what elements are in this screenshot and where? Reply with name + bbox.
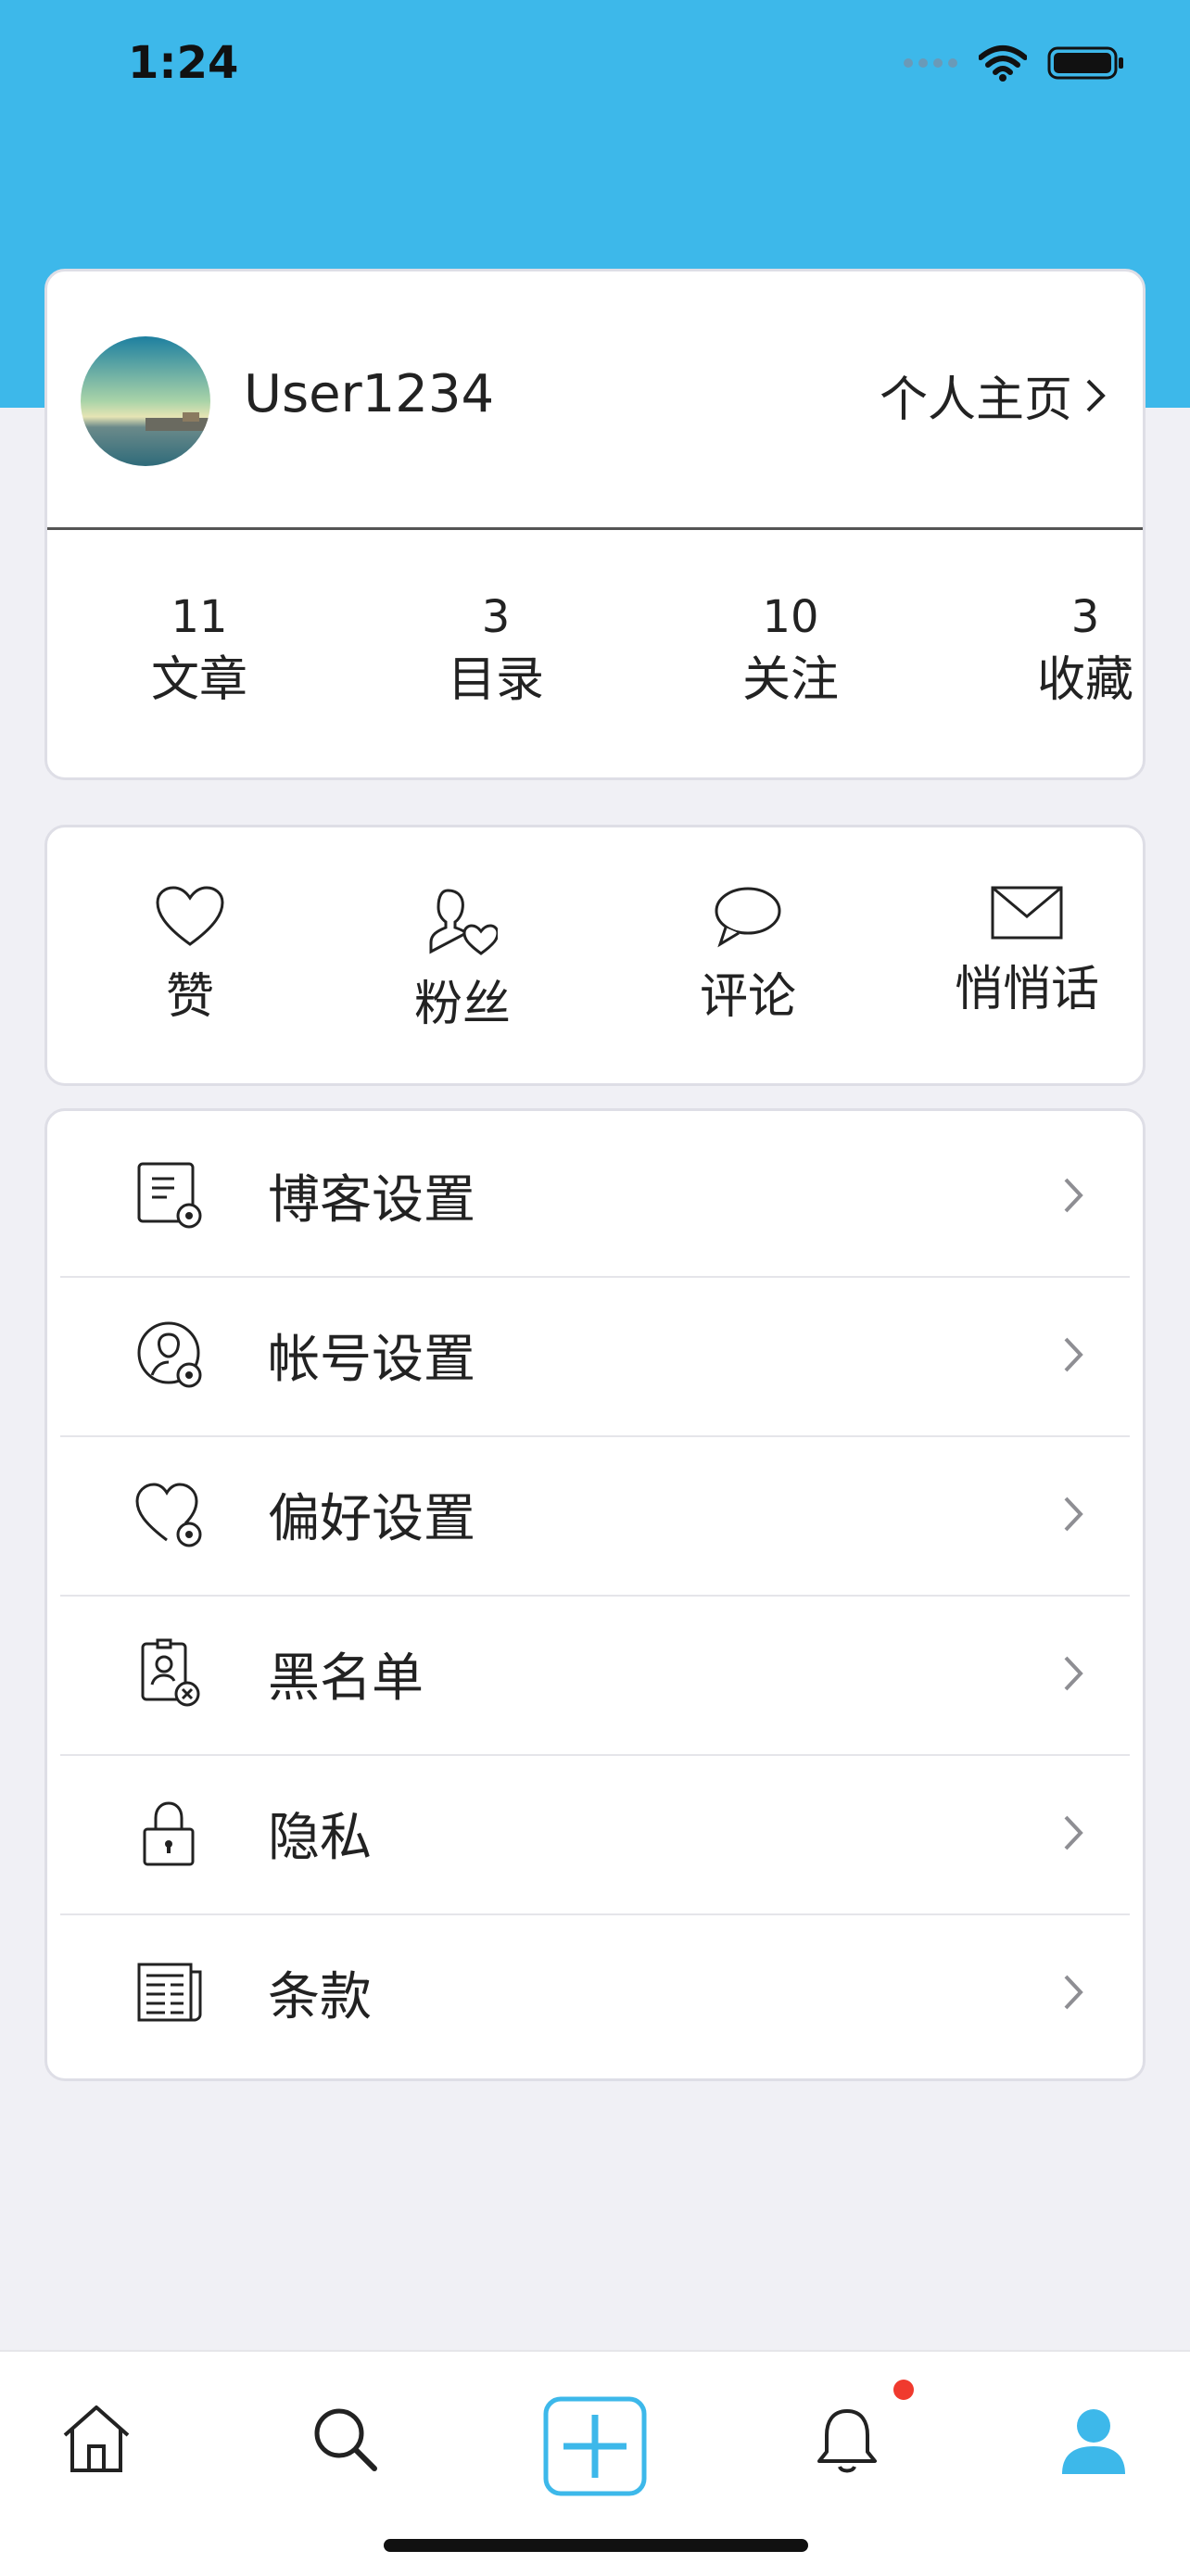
tab-search[interactable] [310, 2404, 384, 2478]
username: User1234 [244, 364, 495, 424]
quick-label: 粉丝 [413, 977, 511, 1032]
menu-item-preference-settings[interactable]: 偏好设置 [60, 1435, 1130, 1593]
menu-item-terms[interactable]: 条款 [60, 1913, 1130, 2071]
notification-badge [893, 2380, 914, 2400]
tab-home[interactable] [59, 2404, 133, 2478]
menu-label: 隐私 [268, 1807, 372, 1868]
chevron-right-icon [1064, 1337, 1083, 1372]
chevron-right-icon [1086, 379, 1106, 411]
home-indicator [384, 2539, 808, 2552]
blog-settings-icon [101, 1158, 240, 1232]
avatar[interactable] [81, 336, 210, 466]
quick-messages[interactable]: 悄悄话 [911, 885, 1143, 1019]
menu-label: 黑名单 [268, 1648, 424, 1709]
search-icon [314, 2408, 377, 2471]
stat-label: 关注 [741, 652, 839, 708]
menu-label: 帐号设置 [268, 1329, 475, 1390]
stat-catalog[interactable]: 3 目录 [403, 587, 589, 713]
preference-settings-icon [101, 1477, 240, 1551]
stat-following[interactable]: 10 关注 [698, 587, 883, 713]
comment-icon [715, 887, 781, 948]
quick-label: 赞 [165, 969, 214, 1025]
menu-label: 偏好设置 [268, 1488, 475, 1549]
follower-icon [429, 889, 498, 955]
tab-profile[interactable] [1057, 2404, 1131, 2481]
profile-icon [1062, 2409, 1125, 2474]
chevron-right-icon [1064, 1178, 1083, 1213]
battery-icon [1047, 46, 1123, 80]
status-icons [903, 44, 1125, 82]
profile-card: User1234 个人主页 11 文章 3 目录 10 关注 3 收藏 [44, 269, 1146, 780]
menu-label: 条款 [268, 1966, 372, 2027]
blacklist-icon [101, 1636, 240, 1711]
chevron-right-icon [1064, 1656, 1083, 1691]
terms-icon [101, 1955, 240, 2029]
menu-item-blog-settings[interactable]: 博客设置 [60, 1117, 1130, 1274]
heart-icon [156, 886, 224, 946]
homepage-link-label: 个人主页 [879, 373, 1072, 428]
stat-label: 目录 [447, 652, 544, 708]
stat-value: 3 [1070, 591, 1100, 643]
quick-actions-card: 赞 粉丝 评论 悄悄话 [44, 825, 1146, 1086]
quick-likes[interactable]: 赞 [88, 885, 292, 1027]
tab-add[interactable] [543, 2396, 647, 2500]
profile-divider [47, 527, 1143, 530]
add-icon [543, 2396, 647, 2496]
homepage-link[interactable]: 个人主页 [880, 360, 1106, 430]
lock-icon [101, 1796, 240, 1870]
quick-comments[interactable]: 评论 [646, 885, 850, 1027]
menu-item-blacklist[interactable]: 黑名单 [60, 1595, 1130, 1752]
status-time: 1:24 [128, 37, 239, 89]
stat-articles[interactable]: 11 文章 [107, 587, 292, 713]
chevron-right-icon [1064, 1815, 1083, 1850]
tab-notifications[interactable] [810, 2404, 884, 2481]
stat-value: 11 [171, 591, 228, 643]
stat-favorites[interactable]: 3 收藏 [993, 587, 1178, 713]
wifi-icon [979, 45, 1027, 82]
stat-value: 10 [762, 591, 819, 643]
quick-label: 悄悄话 [954, 962, 1099, 1017]
menu-label: 博客设置 [268, 1169, 475, 1231]
stat-value: 3 [481, 591, 511, 643]
account-settings-icon [101, 1318, 240, 1392]
stat-label: 文章 [150, 652, 247, 708]
quick-followers[interactable]: 粉丝 [361, 885, 564, 1034]
signal-icon [904, 58, 957, 68]
quick-label: 评论 [699, 969, 796, 1025]
menu-item-account-settings[interactable]: 帐号设置 [60, 1276, 1130, 1433]
bell-icon [817, 2409, 877, 2473]
mail-icon [991, 886, 1063, 940]
menu-item-privacy[interactable]: 隐私 [60, 1754, 1130, 1912]
home-icon [63, 2406, 130, 2472]
settings-menu: 博客设置 帐号设置 偏好设置 黑名单 隐私 条款 [44, 1108, 1146, 2081]
chevron-right-icon [1064, 1975, 1083, 2010]
stat-label: 收藏 [1036, 652, 1133, 708]
chevron-right-icon [1064, 1496, 1083, 1532]
